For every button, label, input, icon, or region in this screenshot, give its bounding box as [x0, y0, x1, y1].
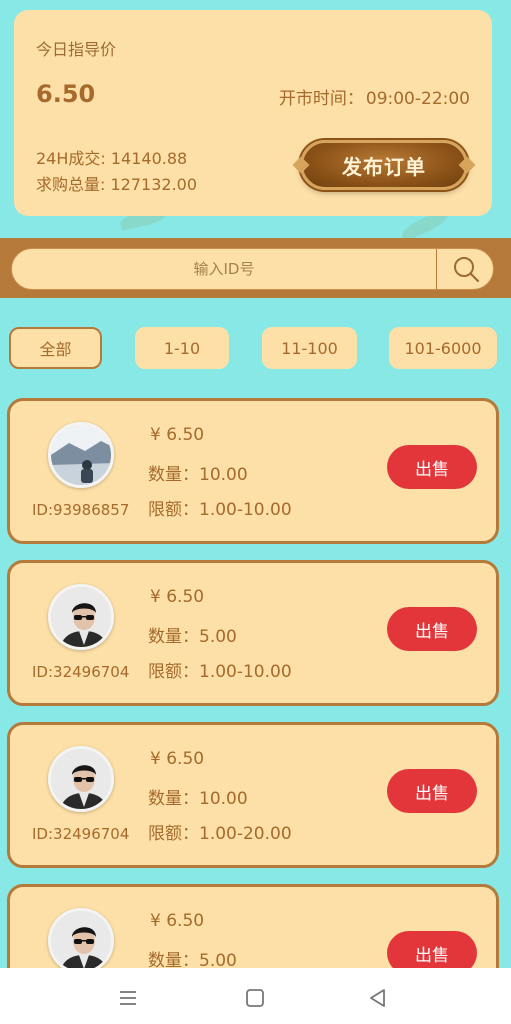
order-limit: 限额：1.00-20.00: [148, 819, 292, 844]
order-card: ID:32496704 ¥ 6.50 数量：10.00 限额：1.00-20.0…: [7, 722, 499, 868]
order-price: ¥ 6.50: [150, 911, 205, 931]
order-quantity: 数量：10.00: [148, 460, 248, 485]
order-quantity: 数量：5.00: [148, 622, 237, 647]
quantity-label: 数量：: [148, 627, 199, 647]
avatar: [48, 422, 114, 488]
tab-11-100[interactable]: 11-100: [262, 327, 357, 369]
limit-label: 限额：: [148, 824, 199, 844]
limit-label: 限额：: [148, 662, 199, 682]
total-demand-value: 127132.00: [110, 175, 198, 194]
avatar-portrait-image: [51, 587, 111, 647]
avatar-landscape-image: [51, 425, 111, 485]
order-price: ¥ 6.50: [150, 587, 205, 607]
back-triangle-icon: [370, 989, 385, 1007]
sell-button[interactable]: 出售: [387, 607, 477, 651]
limit-label: 限额：: [148, 500, 199, 520]
avatar: [48, 584, 114, 650]
search-bar: [11, 248, 494, 290]
guide-price-card: 今日指导价 6.50 开市时间： 09:00-22:00 24H成交: 14140…: [14, 10, 492, 216]
menu-button[interactable]: [116, 986, 140, 1010]
home-square-icon: [246, 989, 264, 1007]
quantity-label: 数量：: [148, 789, 199, 809]
quantity-value: 5.00: [199, 627, 237, 647]
volume-24h-label: 24H成交:: [36, 149, 111, 168]
user-id: ID:93986857: [32, 501, 130, 519]
user-id: ID:32496704: [32, 825, 130, 843]
avatar-portrait-image: [51, 749, 111, 809]
guide-price-title: 今日指导价: [36, 40, 117, 59]
sell-button[interactable]: 出售: [387, 445, 477, 489]
quantity-label: 数量：: [148, 465, 199, 485]
back-button[interactable]: [366, 986, 390, 1010]
tab-101-6000[interactable]: 101-6000: [389, 327, 497, 369]
quantity-value: 10.00: [199, 465, 248, 485]
order-card: ID:93986857 ¥ 6.50 数量：10.00 限额：1.00-10.0…: [7, 398, 499, 544]
order-quantity: 数量：10.00: [148, 784, 248, 809]
avatar: [48, 908, 114, 974]
order-limit: 限额：1.00-10.00: [148, 495, 292, 520]
volume-24h-value: 14140.88: [110, 149, 188, 168]
menu-icon: [120, 991, 136, 1005]
guide-price-value: 6.50: [36, 80, 96, 108]
tab-1-10[interactable]: 1-10: [135, 327, 229, 369]
tab-all[interactable]: 全部: [9, 327, 102, 369]
market-hours-label: 开市时间：: [278, 89, 364, 109]
order-limit: 限额：1.00-10.00: [148, 657, 292, 682]
order-price: ¥ 6.50: [150, 425, 205, 445]
limit-value: 1.00-10.00: [199, 662, 292, 682]
limit-value: 1.00-20.00: [199, 824, 292, 844]
system-nav-bar: [0, 968, 511, 1024]
market-hours-value: 09:00-22:00: [365, 89, 470, 109]
total-demand: 求购总量: 127132.00: [36, 171, 197, 195]
order-card: ID:32496704 ¥ 6.50 数量：5.00 限额：1.00-10.00…: [7, 560, 499, 706]
limit-value: 1.00-10.00: [199, 500, 292, 520]
quantity-value: 10.00: [199, 789, 248, 809]
avatar-portrait-image: [51, 911, 111, 971]
sell-button[interactable]: 出售: [387, 769, 477, 813]
search-button[interactable]: [437, 249, 495, 289]
volume-24h: 24H成交: 14140.88: [36, 145, 187, 169]
search-icon: [454, 257, 480, 283]
home-button[interactable]: [243, 986, 267, 1010]
user-id: ID:32496704: [32, 663, 130, 681]
market-hours: 开市时间： 09:00-22:00: [277, 84, 470, 109]
avatar: [48, 746, 114, 812]
search-input[interactable]: [12, 249, 436, 289]
order-price: ¥ 6.50: [150, 749, 205, 769]
publish-order-button[interactable]: 发布订单: [300, 140, 468, 190]
total-demand-label: 求购总量:: [36, 175, 111, 194]
